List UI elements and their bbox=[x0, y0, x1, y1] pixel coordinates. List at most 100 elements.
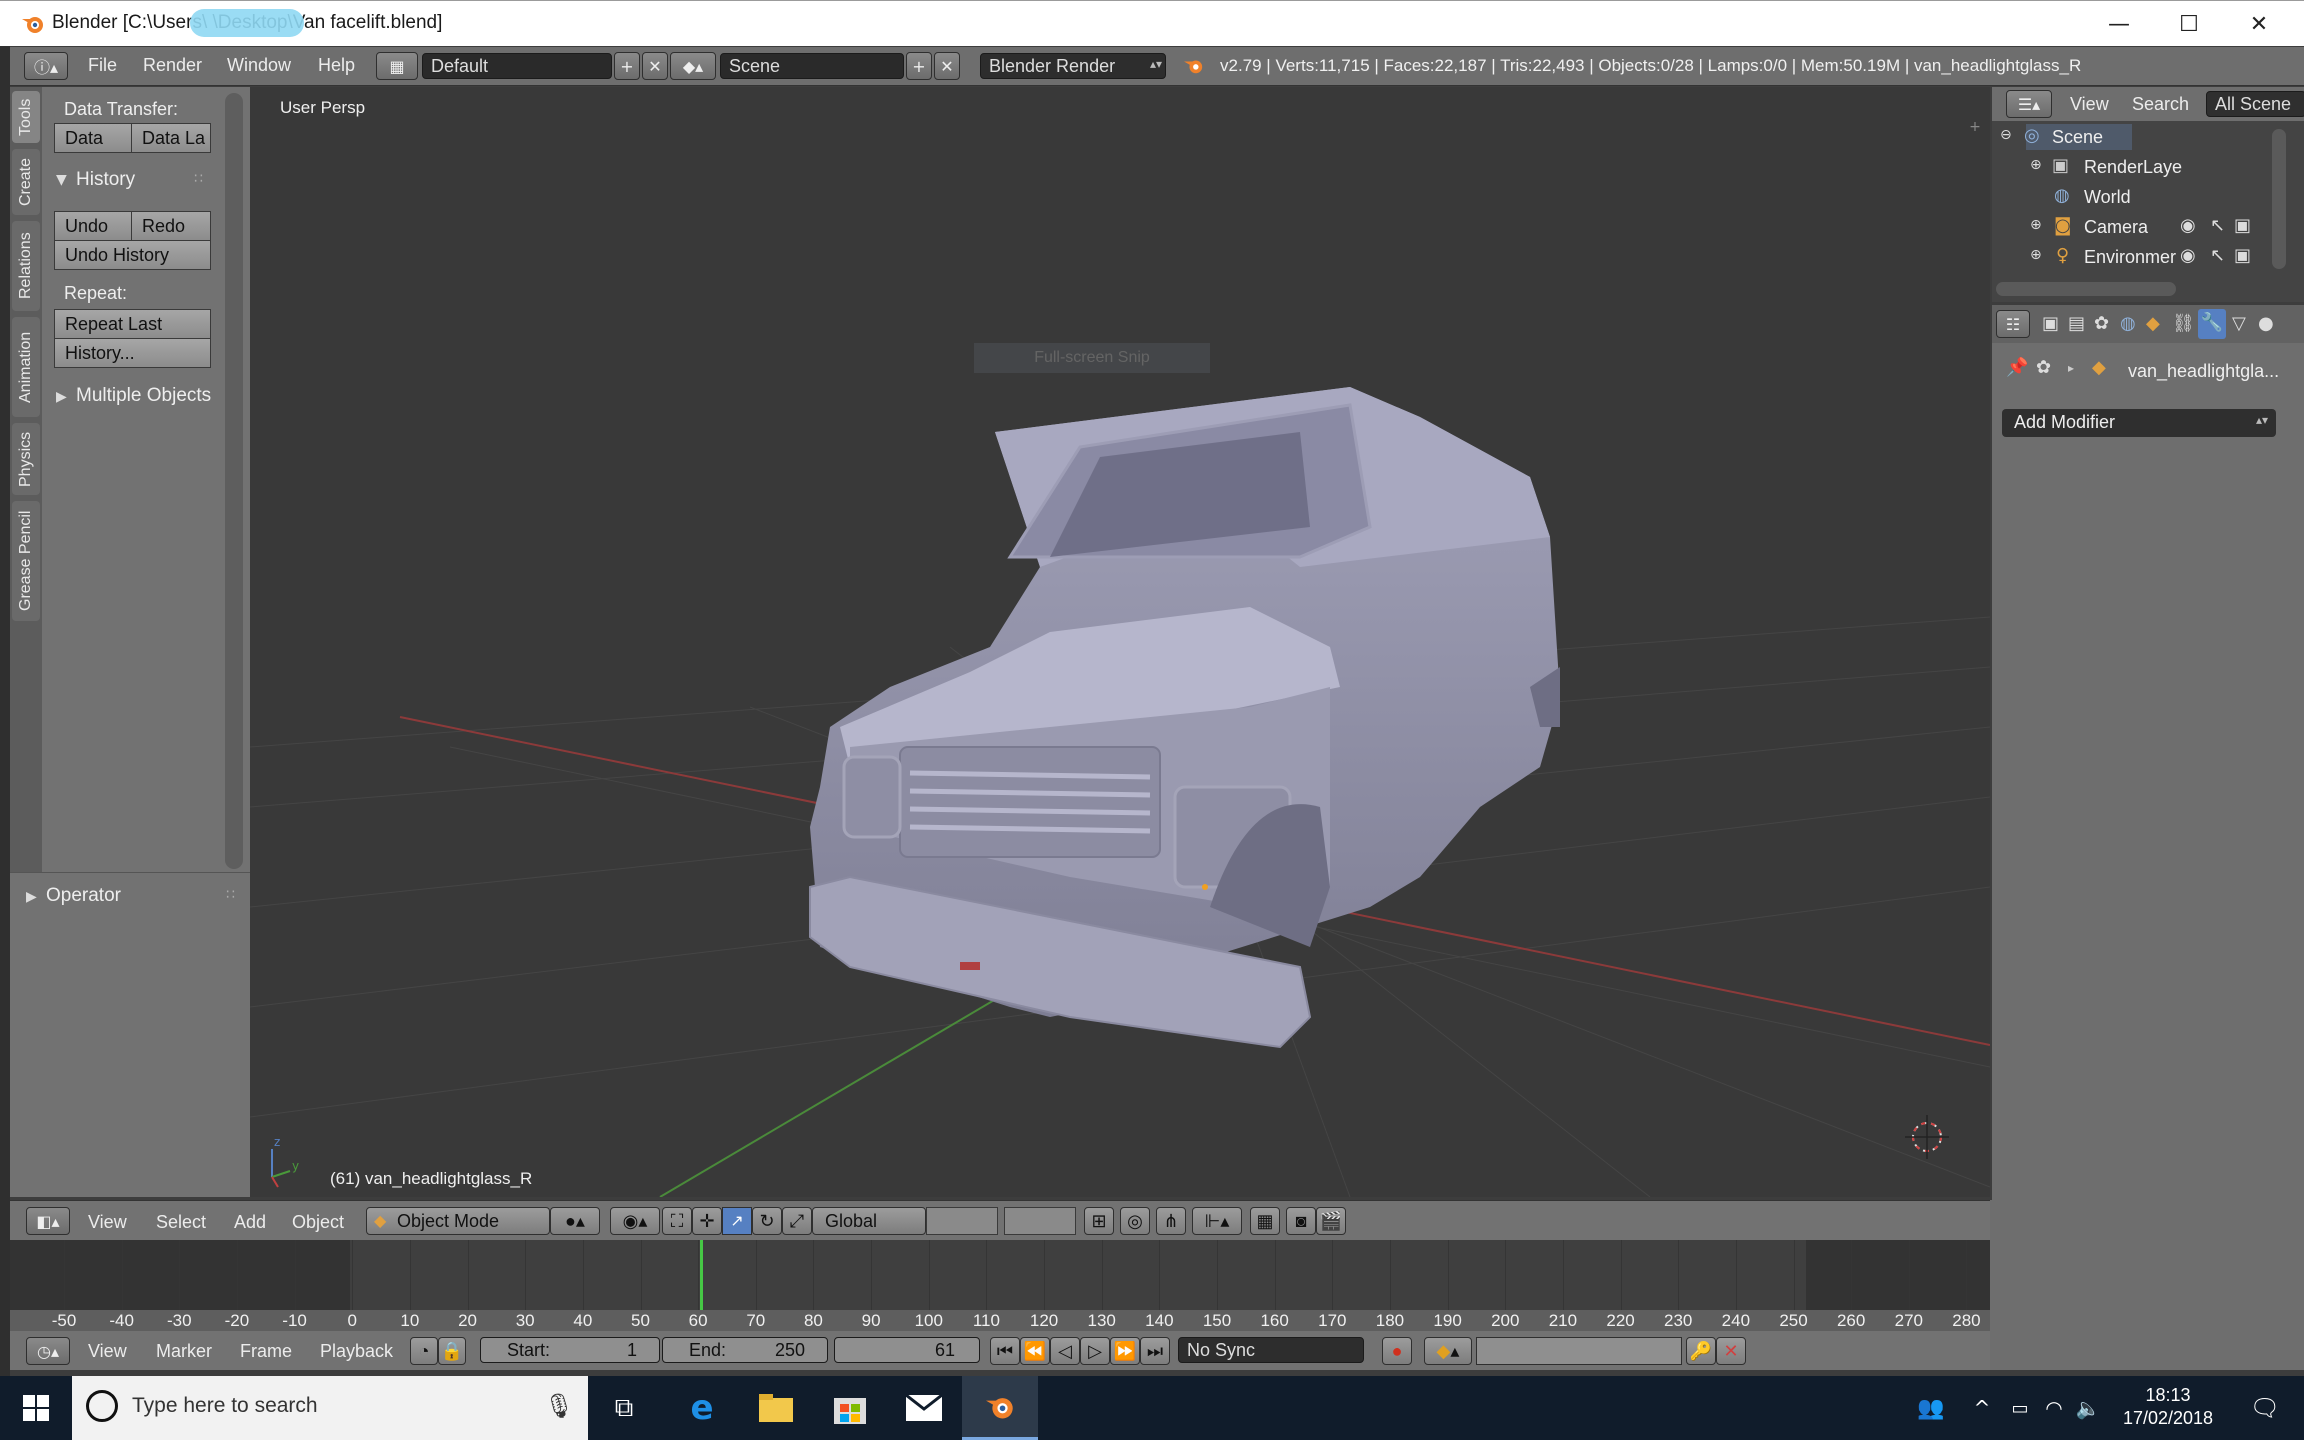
undo-button[interactable]: Undo bbox=[54, 211, 132, 241]
pivot-selector[interactable]: ◉▴ bbox=[610, 1207, 660, 1235]
play-icon[interactable]: ▷ bbox=[1080, 1337, 1110, 1365]
close-button[interactable]: ✕ bbox=[2224, 1, 2294, 47]
blender-taskbar-icon[interactable] bbox=[962, 1376, 1038, 1440]
data-button[interactable]: Data bbox=[54, 123, 132, 153]
history-button[interactable]: History... bbox=[54, 338, 211, 368]
tab-grease-pencil[interactable]: Grease Pencil bbox=[12, 501, 40, 621]
render-layers-tab-icon[interactable]: ▤ bbox=[2068, 313, 2085, 334]
3d-viewport[interactable]: User Persp Full-screen Snip z y (61) van… bbox=[250, 87, 1990, 1197]
layer-buttons-2[interactable] bbox=[1004, 1207, 1076, 1235]
layer-buttons-1[interactable] bbox=[926, 1207, 998, 1235]
mail-icon[interactable] bbox=[898, 1376, 950, 1440]
multiple-objects-expand-icon[interactable]: ▶ bbox=[56, 389, 67, 405]
viewport-scene[interactable] bbox=[250, 87, 1990, 1197]
timeline-menu-frame[interactable]: Frame bbox=[240, 1341, 292, 1362]
outliner-item-scene[interactable]: Scene bbox=[2052, 127, 2103, 148]
tool-panel-scrollbar[interactable] bbox=[225, 93, 243, 869]
timeline-editor-icon[interactable]: ◷▴ bbox=[26, 1337, 70, 1365]
windows-start-icon[interactable] bbox=[0, 1376, 72, 1440]
maximize-button[interactable]: ☐ bbox=[2154, 1, 2224, 47]
outliner-view-menu[interactable]: View bbox=[2070, 94, 2109, 115]
jump-keyframe-forward-icon[interactable]: ⏩ bbox=[1110, 1337, 1140, 1365]
add-scene-icon[interactable]: + bbox=[906, 52, 932, 80]
tab-tools[interactable]: Tools bbox=[12, 91, 40, 143]
preview-range-icon[interactable]: ◔ bbox=[410, 1337, 438, 1365]
render-tab-icon[interactable]: ▣ bbox=[2042, 313, 2059, 334]
move-manipulator-icon[interactable]: ↗ bbox=[722, 1207, 752, 1235]
material-tab-icon[interactable]: ● bbox=[2258, 313, 2274, 334]
manipulator-toggle-icon[interactable]: ⛶ bbox=[662, 1207, 692, 1235]
properties-editor-icon[interactable]: ☷ bbox=[1996, 310, 2030, 338]
view3d-menu-select[interactable]: Select bbox=[156, 1212, 206, 1233]
insert-keyframe-icon[interactable]: 🔑 bbox=[1686, 1337, 1716, 1365]
timeline-menu-marker[interactable]: Marker bbox=[156, 1341, 212, 1362]
scale-manipulator-icon[interactable]: ⤢ bbox=[782, 1207, 812, 1235]
outliner-search-menu[interactable]: Search bbox=[2132, 94, 2189, 115]
renderability-camera-icon[interactable]: ▣ bbox=[2234, 215, 2251, 236]
properties-toggle-icon[interactable]: + bbox=[1966, 119, 1984, 137]
battery-icon[interactable]: ▭ bbox=[2006, 1376, 2034, 1440]
shading-selector[interactable]: ●▴ bbox=[550, 1207, 600, 1235]
tab-animation[interactable]: Animation bbox=[12, 317, 40, 417]
collapse-icon[interactable]: ⊖ bbox=[2000, 127, 2012, 143]
data-layers-button[interactable]: Data La bbox=[131, 123, 211, 153]
expand-icon[interactable]: ⊕ bbox=[2030, 217, 2042, 233]
scene-icon[interactable]: ◆▴ bbox=[670, 52, 716, 80]
clock[interactable]: 18:13 17/02/2018 bbox=[2108, 1376, 2228, 1440]
file-explorer-icon[interactable] bbox=[750, 1376, 802, 1440]
object-tab-icon[interactable]: ◆ bbox=[2146, 313, 2160, 334]
scene-tab-icon[interactable]: ✿ bbox=[2094, 313, 2109, 334]
outliner-display-mode[interactable]: All Scene bbox=[2206, 91, 2304, 117]
outliner-editor-icon[interactable]: ☰▴ bbox=[2006, 90, 2052, 118]
pin-icon[interactable]: 📌 bbox=[2006, 357, 2028, 378]
timeline-menu-playback[interactable]: Playback bbox=[320, 1341, 393, 1362]
outliner-hscrollbar[interactable] bbox=[1996, 282, 2176, 296]
van-model[interactable] bbox=[809, 387, 1560, 1049]
outliner-item-environment[interactable]: Environmer bbox=[2084, 247, 2176, 268]
layout-selector[interactable]: Default bbox=[422, 53, 612, 79]
operator-expand-icon[interactable]: ▶ bbox=[26, 889, 37, 905]
sync-mode-selector[interactable]: No Sync bbox=[1178, 1337, 1364, 1363]
start-frame-field[interactable]: Start: 1 bbox=[480, 1337, 660, 1363]
orientation-selector[interactable]: Global bbox=[812, 1207, 926, 1235]
panel-drag-icon[interactable]: ∷ bbox=[226, 887, 235, 903]
operator-header[interactable]: Operator bbox=[46, 885, 121, 907]
taskbar-search-box[interactable]: Type here to search 🎙 bbox=[72, 1376, 588, 1440]
info-editor-icon[interactable]: ⓘ▴ bbox=[24, 52, 68, 80]
remove-scene-icon[interactable]: ✕ bbox=[934, 52, 960, 80]
delete-keyframe-icon[interactable]: ✕ bbox=[1716, 1337, 1746, 1365]
redo-button[interactable]: Redo bbox=[131, 211, 211, 241]
minimize-button[interactable]: — bbox=[2084, 1, 2154, 47]
renderability-camera-icon[interactable]: ▣ bbox=[2234, 245, 2251, 266]
visibility-eye-icon[interactable]: ◉ bbox=[2180, 245, 2196, 266]
menu-help[interactable]: Help bbox=[318, 55, 355, 76]
jump-keyframe-back-icon[interactable]: ⏪ bbox=[1020, 1337, 1050, 1365]
outliner-vscrollbar[interactable] bbox=[2272, 129, 2286, 269]
current-frame-marker[interactable] bbox=[700, 1240, 703, 1310]
translate-manipulator-icon[interactable]: ✛ bbox=[692, 1207, 722, 1235]
rotate-manipulator-icon[interactable]: ↻ bbox=[752, 1207, 782, 1235]
outliner-item-renderlayers[interactable]: RenderLaye bbox=[2084, 157, 2182, 178]
menu-file[interactable]: File bbox=[88, 55, 117, 76]
opengl-render-icon[interactable]: ▦ bbox=[1250, 1207, 1280, 1235]
snap-element-selector[interactable]: ⊩▴ bbox=[1192, 1207, 1242, 1235]
panel-drag-icon[interactable]: ∷ bbox=[194, 171, 203, 187]
multiple-objects-header[interactable]: Multiple Objects bbox=[76, 385, 211, 407]
tab-physics[interactable]: Physics bbox=[12, 423, 40, 495]
3d-view-editor-icon[interactable]: ◧▴ bbox=[26, 1207, 70, 1235]
volume-icon[interactable]: 🔈 bbox=[2074, 1376, 2102, 1440]
tab-create[interactable]: Create bbox=[12, 149, 40, 215]
snap-toggle-icon[interactable]: ⋔ bbox=[1156, 1207, 1186, 1235]
history-collapse-icon[interactable]: ▼ bbox=[56, 172, 67, 188]
undo-history-button[interactable]: Undo History bbox=[54, 240, 211, 270]
outliner-item-world[interactable]: World bbox=[2084, 187, 2131, 208]
visibility-eye-icon[interactable]: ◉ bbox=[2180, 215, 2196, 236]
task-view-icon[interactable]: ⧉ bbox=[598, 1376, 650, 1440]
microphone-icon[interactable]: 🎙 bbox=[544, 1392, 574, 1420]
timeline-menu-view[interactable]: View bbox=[88, 1341, 127, 1362]
repeat-last-button[interactable]: Repeat Last bbox=[54, 309, 211, 339]
layout-icon[interactable]: ▦ bbox=[376, 52, 418, 80]
history-header[interactable]: History bbox=[76, 169, 135, 191]
show-hidden-icons-icon[interactable]: ^ bbox=[1968, 1376, 1996, 1440]
jump-start-icon[interactable]: ⏮ bbox=[990, 1337, 1020, 1365]
